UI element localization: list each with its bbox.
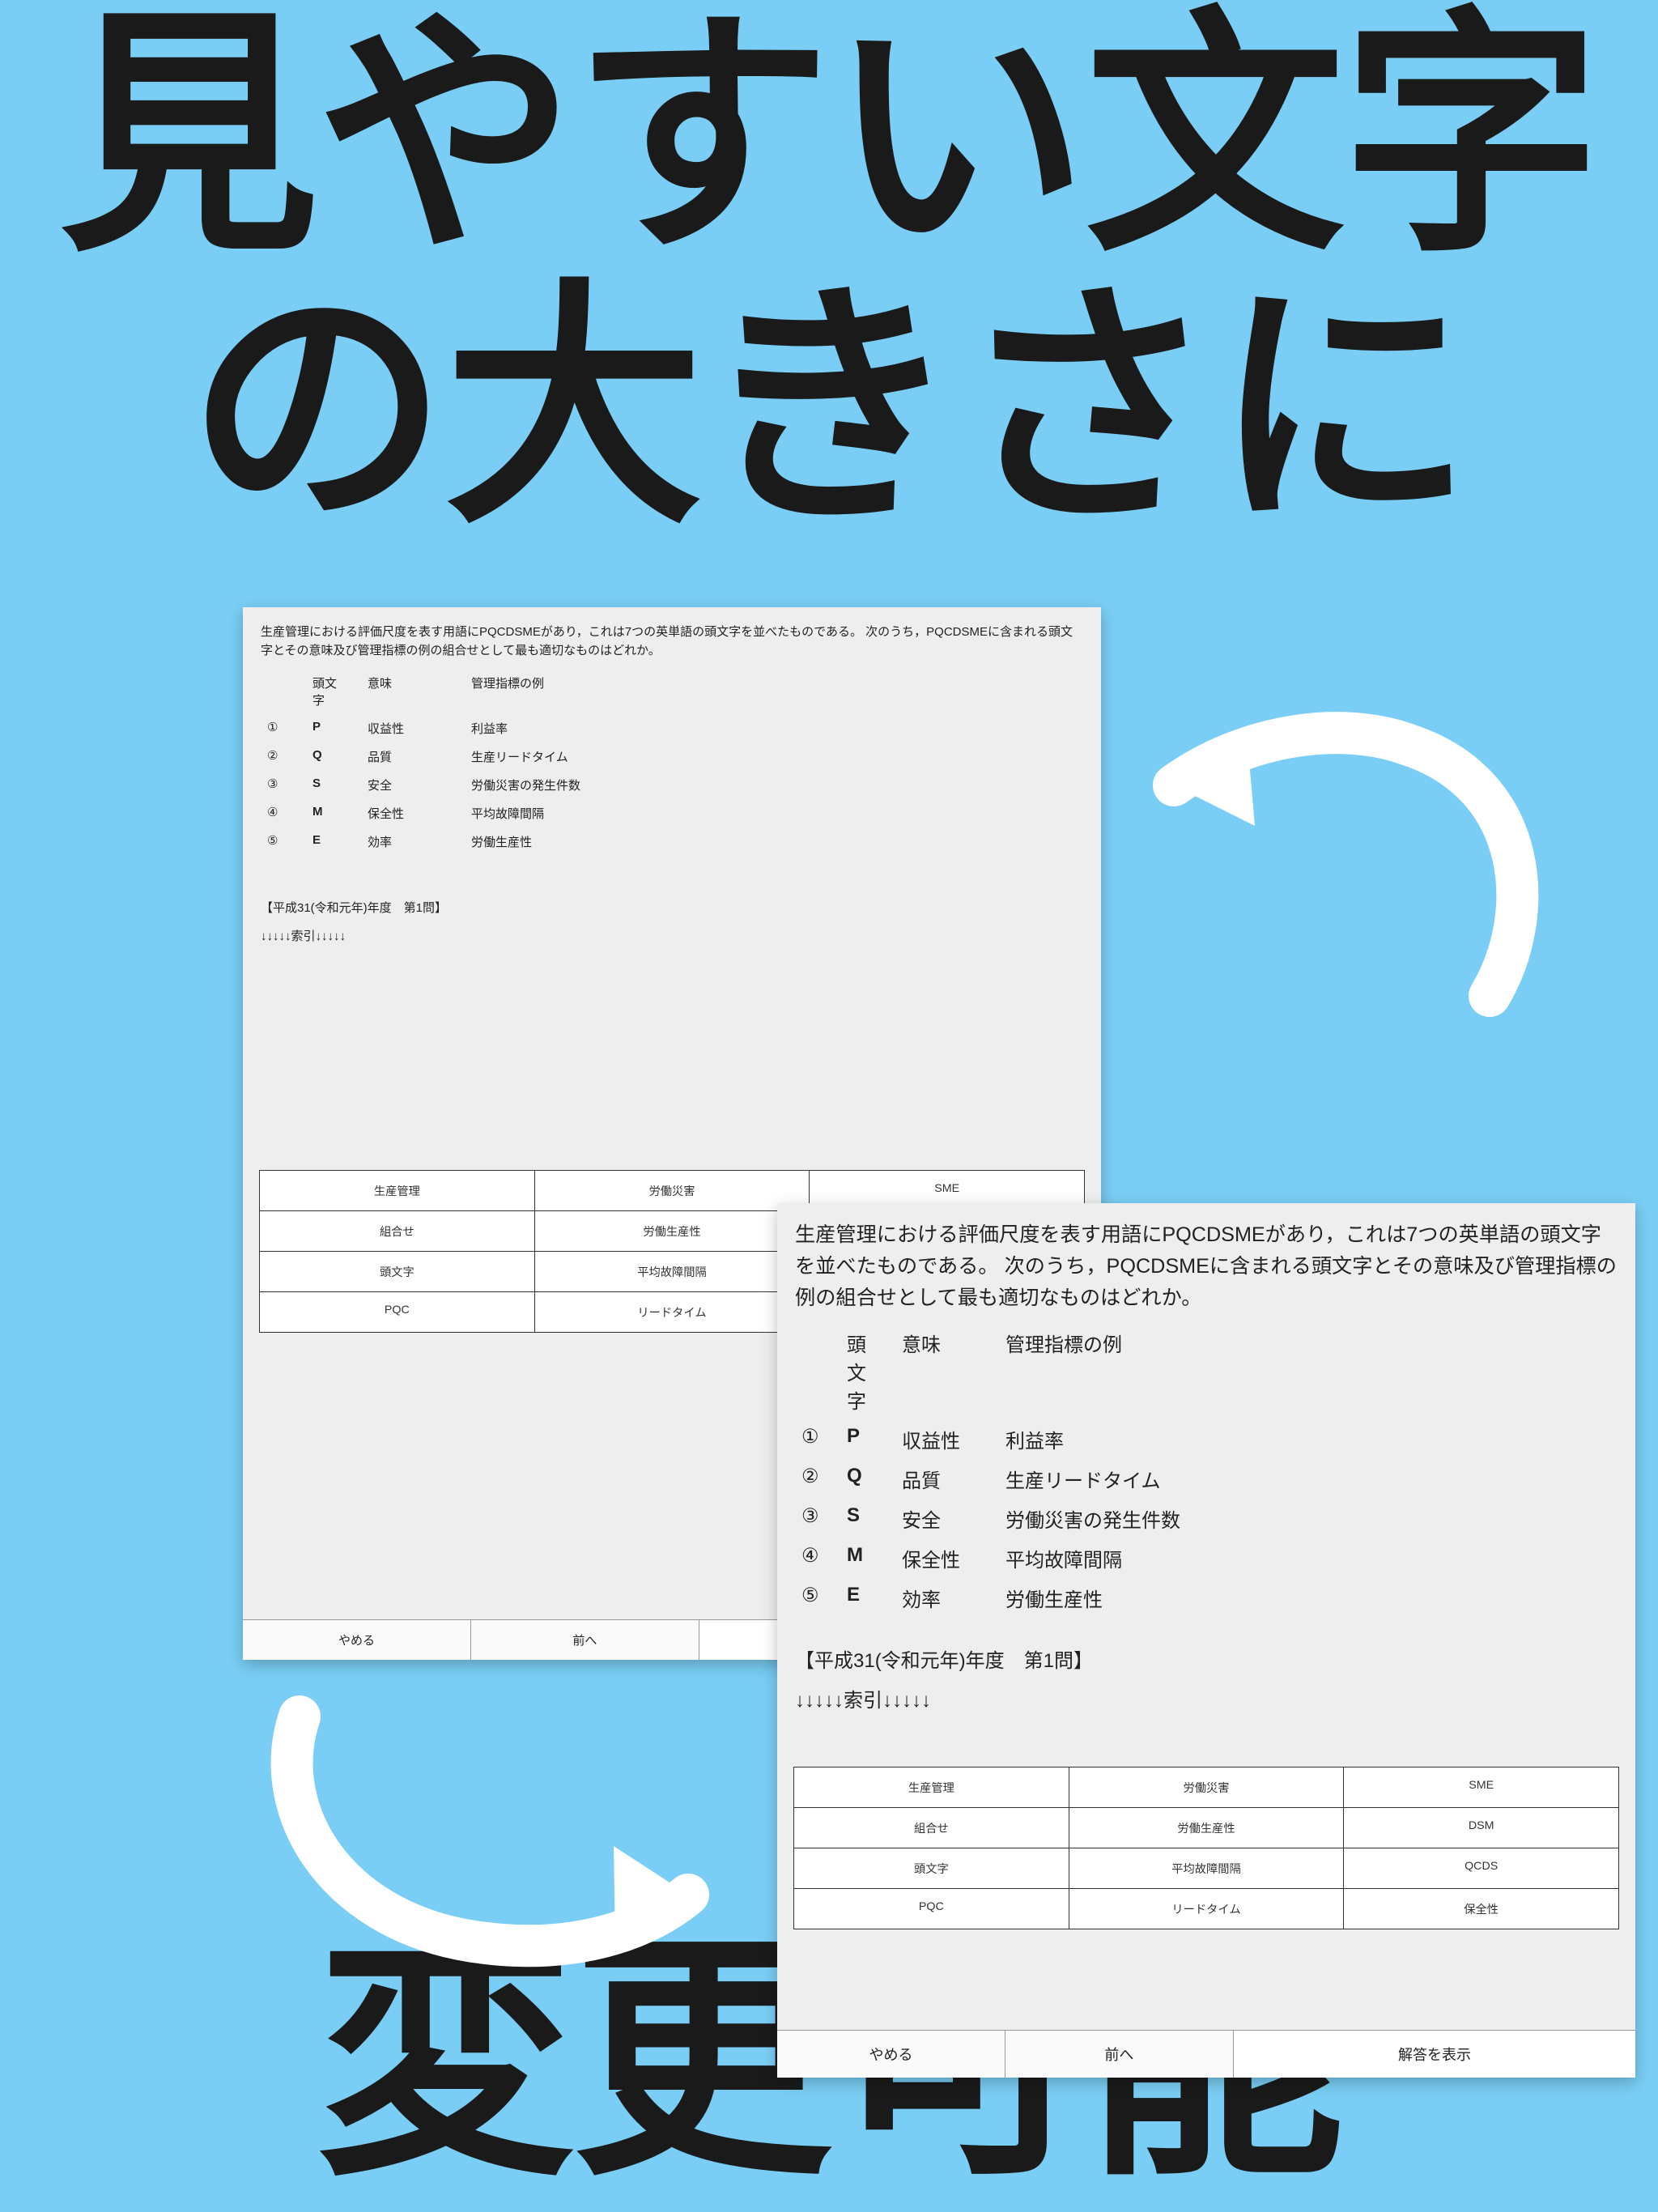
tag-cell[interactable]: DSM [1344, 1808, 1619, 1848]
prev-button[interactable]: 前へ [1005, 2031, 1234, 2078]
option-row[interactable]: ① P 収益性 利益率 [267, 720, 1083, 737]
tag-cell[interactable]: 生産管理 [260, 1171, 535, 1211]
headline-line1: 見やすい文字 [60, 0, 1599, 281]
tag-grid: 生産管理 労働災害 SME 組合せ 労働生産性 DSM 頭文字 平均故障間隔 Q… [793, 1767, 1619, 1929]
question-text: 生産管理における評価尺度を表す用語にPQCDSMEがあり，これは7つの英単語の頭… [261, 623, 1083, 660]
tag-cell[interactable]: 頭文字 [260, 1252, 535, 1292]
index-marker: ↓↓↓↓↓索引↓↓↓↓↓ [261, 927, 1083, 944]
question-text: 生産管理における評価尺度を表す用語にPQCDSMEがあり，これは7つの英単語の頭… [795, 1219, 1618, 1314]
prev-button[interactable]: 前へ [471, 1620, 699, 1660]
option-row[interactable]: ④ M 保全性 平均故障間隔 [267, 805, 1083, 822]
col-example: 管理指標の例 [471, 674, 1083, 708]
question-meta: 【平成31(令和元年)年度 第1問】 ↓↓↓↓↓索引↓↓↓↓↓ [261, 899, 1083, 944]
question-source: 【平成31(令和元年)年度 第1問】 [261, 899, 1083, 916]
tag-cell[interactable]: 平均故障間隔 [1069, 1848, 1345, 1889]
option-row[interactable]: ⑤ E 効率 労働生産性 [801, 1584, 1618, 1612]
col-meaning: 意味 [368, 674, 449, 708]
headline-line2: の大きさに [188, 263, 1470, 553]
col-letter: 頭文字 [312, 674, 345, 708]
tag-cell[interactable]: リードタイム [1069, 1889, 1345, 1929]
tag-cell[interactable]: QCDS [1344, 1848, 1619, 1889]
tag-cell[interactable]: 労働生産性 [1069, 1808, 1345, 1848]
app-screenshot-large: 生産管理における評価尺度を表す用語にPQCDSMEがあり，これは7つの英単語の頭… [777, 1203, 1635, 2078]
options-table: 頭文字 意味 管理指標の例 ① P 収益性 利益率 ② Q 品質 生産リードタイ… [801, 1329, 1618, 1612]
tag-cell[interactable]: 労働災害 [1069, 1767, 1345, 1808]
show-answer-button[interactable]: 解答を表示 [1234, 2031, 1635, 2078]
tag-cell[interactable]: PQC [794, 1889, 1069, 1929]
question-meta: 【平成31(令和元年)年度 第1問】 ↓↓↓↓↓索引↓↓↓↓↓ [795, 1644, 1618, 1712]
tag-cell[interactable]: リードタイム [535, 1292, 810, 1333]
promo-headline-top: 見やすい文字 の大きさに [0, 0, 1658, 544]
question-area: 生産管理における評価尺度を表す用語にPQCDSMEがあり，これは7つの英単語の頭… [243, 607, 1101, 967]
option-row[interactable]: ⑤ E 効率 労働生産性 [267, 833, 1083, 850]
arrow-top-icon [1101, 688, 1554, 1028]
quit-button[interactable]: やめる [243, 1620, 471, 1660]
options-table: 頭文字 意味 管理指標の例 ① P 収益性 利益率 ② Q 品質 生産リードタイ… [267, 674, 1083, 850]
option-row[interactable]: ② Q 品質 生産リードタイム [267, 748, 1083, 765]
tag-cell[interactable]: 頭文字 [794, 1848, 1069, 1889]
col-example: 管理指標の例 [1005, 1329, 1618, 1414]
tag-cell[interactable]: SME [1344, 1767, 1619, 1808]
col-letter: 頭文字 [847, 1329, 879, 1414]
bottom-button-bar: やめる 前へ 解答を表示 [777, 2030, 1635, 2078]
options-header: 頭文字 意味 管理指標の例 [801, 1329, 1618, 1414]
tag-cell[interactable]: 組合せ [794, 1808, 1069, 1848]
option-row[interactable]: ③ S 安全 労働災害の発生件数 [267, 776, 1083, 793]
option-row[interactable]: ④ M 保全性 平均故障間隔 [801, 1544, 1618, 1572]
index-marker: ↓↓↓↓↓索引↓↓↓↓↓ [795, 1684, 1618, 1712]
tag-cell[interactable]: 平均故障間隔 [535, 1252, 810, 1292]
question-source: 【平成31(令和元年)年度 第1問】 [795, 1644, 1618, 1673]
tag-cell[interactable]: 労働災害 [535, 1171, 810, 1211]
options-header: 頭文字 意味 管理指標の例 [267, 674, 1083, 708]
tag-cell[interactable]: PQC [260, 1292, 535, 1333]
col-meaning: 意味 [902, 1329, 983, 1414]
quit-button[interactable]: やめる [777, 2031, 1005, 2078]
option-row[interactable]: ③ S 安全 労働災害の発生件数 [801, 1504, 1618, 1533]
tag-cell[interactable]: 組合せ [260, 1211, 535, 1252]
tag-cell[interactable]: 生産管理 [794, 1767, 1069, 1808]
option-row[interactable]: ① P 収益性 利益率 [801, 1425, 1618, 1453]
question-area: 生産管理における評価尺度を表す用語にPQCDSMEがあり，これは7つの英単語の頭… [777, 1203, 1635, 1735]
option-row[interactable]: ② Q 品質 生産リードタイム [801, 1465, 1618, 1493]
tag-cell[interactable]: 労働生産性 [535, 1211, 810, 1252]
tag-cell[interactable]: 保全性 [1344, 1889, 1619, 1929]
